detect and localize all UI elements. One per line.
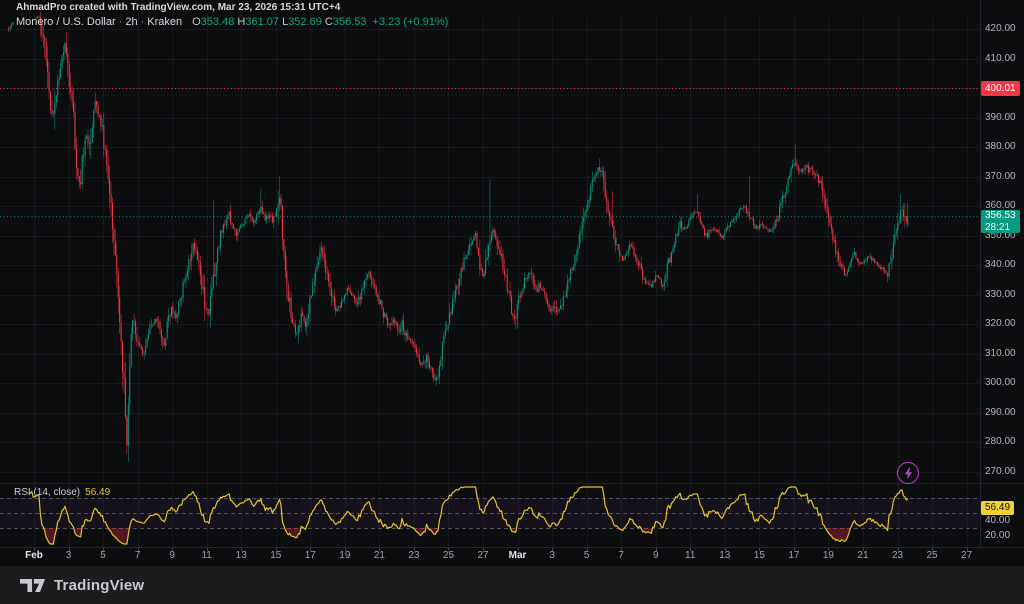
price-tick-label: 420.00 — [985, 23, 1016, 35]
time-tick-label: 15 — [270, 550, 281, 562]
time-tick-label: 7 — [618, 550, 624, 562]
bar-countdown: 28:21 — [985, 222, 1016, 234]
time-tick-label: 9 — [169, 550, 175, 562]
price-tick-label: 330.00 — [985, 289, 1016, 301]
close-value: 356.53 — [333, 16, 367, 28]
time-tick-label: 21 — [374, 550, 385, 562]
interval-label[interactable]: 2h — [125, 16, 137, 28]
rsi-tick-label: 20.00 — [985, 530, 1010, 542]
symbol-title[interactable]: Monero / U.S. Dollar — [16, 16, 116, 28]
time-tick-label: 21 — [857, 550, 868, 562]
price-tick-label: 390.00 — [985, 112, 1016, 124]
pane-separator[interactable] — [0, 483, 1024, 484]
tradingview-logo-icon[interactable] — [20, 578, 46, 593]
time-tick-label: 9 — [653, 550, 659, 562]
price-tick-label: 340.00 — [985, 259, 1016, 271]
time-tick-label: 13 — [236, 550, 247, 562]
exchange-label[interactable]: Kraken — [147, 16, 182, 28]
high-value: 361.07 — [245, 16, 279, 28]
last-price-value: 356.53 — [985, 210, 1016, 222]
rsi-title: RSI (14, close) — [14, 487, 80, 498]
time-tick-label: 3 — [66, 550, 72, 562]
chart-canvas[interactable] — [0, 0, 1024, 604]
last-price-badge: 356.53 28:21 — [981, 210, 1020, 233]
time-tick-label: 19 — [339, 550, 350, 562]
time-month-label: Mar — [509, 550, 527, 562]
watermark-attribution: AhmadPro created with TradingView.com, M… — [16, 1, 340, 14]
close-label: C — [325, 16, 333, 28]
price-tick-label: 300.00 — [985, 377, 1016, 389]
time-tick-label: 17 — [305, 550, 316, 562]
price-tick-label: 280.00 — [985, 436, 1016, 448]
time-tick-label: 3 — [549, 550, 555, 562]
time-axis-border — [0, 547, 1024, 548]
symbol-legend: Monero / U.S. Dollar·2h·KrakenO353.48 H3… — [16, 16, 448, 29]
boost-button[interactable] — [897, 462, 919, 484]
price-tick-label: 290.00 — [985, 407, 1016, 419]
time-tick-label: 7 — [135, 550, 141, 562]
time-tick-label: 27 — [961, 550, 972, 562]
price-tick-label: 270.00 — [985, 466, 1016, 478]
rsi-legend[interactable]: RSI (14, close) 56.49 — [14, 487, 110, 499]
time-tick-label: 5 — [100, 550, 106, 562]
time-tick-label: 27 — [477, 550, 488, 562]
time-tick-label: 11 — [685, 550, 695, 562]
time-tick-label: 13 — [719, 550, 730, 562]
price-tick-label: 380.00 — [985, 141, 1016, 153]
time-tick-label: 23 — [408, 550, 419, 562]
time-tick-label: 19 — [823, 550, 834, 562]
footer-bar: TradingView — [0, 566, 1024, 604]
price-tick-label: 410.00 — [985, 53, 1016, 65]
time-month-label: Feb — [25, 550, 43, 562]
rsi-value: 56.49 — [85, 487, 110, 498]
time-tick-label: 15 — [754, 550, 765, 562]
change-value: +3.23 (+0.91%) — [373, 16, 449, 28]
open-value: 353.48 — [201, 16, 235, 28]
rsi-tick-label: 40.00 — [985, 515, 1010, 527]
price-tick-label: 370.00 — [985, 171, 1016, 183]
rsi-value-badge: 56.49 — [981, 501, 1014, 515]
time-tick-label: 25 — [926, 550, 937, 562]
open-label: O — [192, 16, 201, 28]
alert-price-badge: 400.01 — [981, 81, 1020, 96]
time-tick-label: 17 — [788, 550, 799, 562]
price-tick-label: 310.00 — [985, 348, 1016, 360]
time-tick-label: 5 — [584, 550, 590, 562]
low-value: 352.69 — [288, 16, 322, 28]
legend-separator: · — [141, 16, 145, 28]
price-tick-label: 320.00 — [985, 318, 1016, 330]
time-tick-label: 25 — [443, 550, 454, 562]
legend-separator: · — [119, 16, 123, 28]
ohlc-readout: O353.48 H361.07 L352.69 C356.53 — [192, 16, 366, 28]
tradingview-brand-text[interactable]: TradingView — [54, 577, 144, 594]
tradingview-chart-window: AhmadPro created with TradingView.com, M… — [0, 0, 1024, 604]
time-tick-label: 11 — [201, 550, 211, 562]
lightning-icon — [903, 467, 914, 480]
time-tick-label: 23 — [892, 550, 903, 562]
